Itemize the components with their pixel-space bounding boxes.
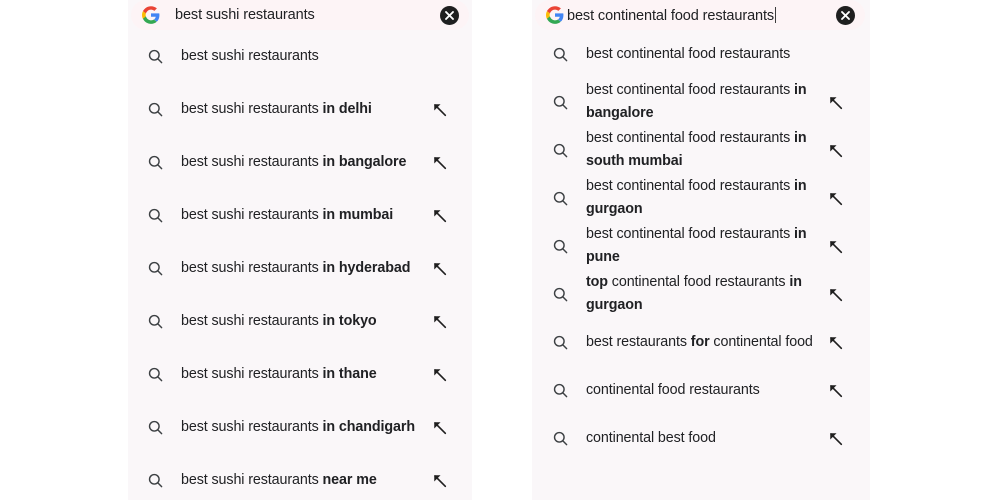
- row-arrow-placeholder: [826, 45, 844, 63]
- append-query-arrow-icon[interactable]: [430, 313, 448, 331]
- search-input-right[interactable]: best continental food restaurants: [567, 6, 777, 24]
- suggestion-text: best sushi restaurants: [181, 48, 319, 64]
- append-query-arrow-icon[interactable]: [826, 141, 844, 159]
- suggestion-text: best sushi restaurants in mumbai: [181, 207, 394, 223]
- suggestion-text: best continental food restaurants in ban…: [586, 82, 807, 121]
- search-bar-right[interactable]: best continental food restaurants: [535, 0, 865, 30]
- clear-search-button-right[interactable]: [836, 5, 855, 25]
- search-input-text-right: best continental food restaurants: [567, 7, 775, 24]
- suggestion-text: continental best food: [586, 429, 716, 446]
- suggestion-row[interactable]: best sushi restaurants in bangalore: [128, 136, 472, 189]
- search-icon: [145, 206, 165, 226]
- clear-search-button-left[interactable]: [440, 5, 459, 25]
- suggestion-text: best restaurants for continental food: [586, 333, 813, 350]
- append-query-arrow-icon[interactable]: [430, 419, 448, 437]
- search-icon: [145, 365, 165, 385]
- suggestion-text: top continental food restaurants in gurg…: [586, 274, 802, 313]
- suggestion-list-right: best continental food restaurants best co…: [532, 30, 870, 462]
- search-bar-left[interactable]: best sushi restaurants: [131, 0, 469, 30]
- append-query-arrow-icon[interactable]: [826, 237, 844, 255]
- suggestion-row[interactable]: best sushi restaurants in delhi: [128, 83, 472, 136]
- search-input-wrap-right[interactable]: best continental food restaurants: [564, 0, 836, 30]
- append-query-arrow-icon[interactable]: [430, 154, 448, 172]
- suggestion-text: best sushi restaurants near me: [181, 472, 377, 488]
- search-icon: [145, 153, 165, 173]
- suggestion-row[interactable]: best continental food restaurants in sou…: [532, 126, 870, 174]
- search-icon: [550, 236, 570, 256]
- append-query-arrow-icon[interactable]: [826, 429, 844, 447]
- append-query-arrow-icon[interactable]: [430, 472, 448, 490]
- suggestion-text: best sushi restaurants in bangalore: [181, 154, 407, 170]
- google-g-icon: [546, 6, 564, 24]
- suggestion-row[interactable]: continental best food: [532, 414, 870, 462]
- suggestion-row[interactable]: best sushi restaurants near me: [128, 454, 472, 500]
- search-icon: [145, 471, 165, 491]
- search-icon: [550, 380, 570, 400]
- suggestion-text: best sushi restaurants in delhi: [181, 101, 372, 117]
- search-icon: [550, 332, 570, 352]
- suggestion-text: best continental food restaurants in sou…: [586, 130, 807, 169]
- search-icon: [145, 100, 165, 120]
- append-query-arrow-icon[interactable]: [826, 333, 844, 351]
- suggestion-row[interactable]: top continental food restaurants in gurg…: [532, 270, 870, 318]
- search-icon: [145, 418, 165, 438]
- search-icon: [550, 92, 570, 112]
- row-arrow-placeholder: [430, 48, 448, 66]
- search-input-wrap-left[interactable]: best sushi restaurants: [160, 0, 440, 30]
- suggestion-text: best sushi restaurants in tokyo: [181, 313, 377, 329]
- search-icon: [550, 188, 570, 208]
- text-caret: [775, 6, 777, 23]
- search-icon: [145, 47, 165, 67]
- append-query-arrow-icon[interactable]: [826, 189, 844, 207]
- suggestion-row[interactable]: best sushi restaurants in thane: [128, 348, 472, 401]
- suggestion-text: best continental food restaurants: [586, 45, 791, 62]
- search-icon: [145, 259, 165, 279]
- suggestion-row[interactable]: best continental food restaurants in gur…: [532, 174, 870, 222]
- suggestion-list-left: best sushi restaurants best sushi restaur…: [128, 30, 472, 500]
- suggestion-row[interactable]: best sushi restaurants in mumbai: [128, 189, 472, 242]
- suggestion-panel-left: best sushi restaurants best sushi restau…: [128, 0, 472, 500]
- append-query-arrow-icon[interactable]: [430, 207, 448, 225]
- google-g-icon: [142, 6, 160, 24]
- suggestion-row[interactable]: best continental food restaurants in ban…: [532, 78, 870, 126]
- suggestion-row[interactable]: best continental food restaurants: [532, 30, 870, 78]
- suggestion-row[interactable]: best sushi restaurants in hyderabad: [128, 242, 472, 295]
- suggestion-text: best continental food restaurants in gur…: [586, 178, 807, 217]
- append-query-arrow-icon[interactable]: [826, 285, 844, 303]
- suggestion-text: best continental food restaurants in pun…: [586, 226, 807, 265]
- suggestion-text: best sushi restaurants in hyderabad: [181, 260, 411, 276]
- search-icon: [145, 312, 165, 332]
- append-query-arrow-icon[interactable]: [430, 101, 448, 119]
- search-icon: [550, 284, 570, 304]
- append-query-arrow-icon[interactable]: [826, 93, 844, 111]
- suggestion-text: best sushi restaurants in chandigarh: [181, 419, 415, 435]
- suggestion-text: continental food restaurants: [586, 381, 760, 398]
- suggestion-panel-right: best continental food restaurants best c…: [532, 0, 870, 500]
- suggestion-row[interactable]: best continental food restaurants in pun…: [532, 222, 870, 270]
- append-query-arrow-icon[interactable]: [430, 260, 448, 278]
- search-icon: [550, 428, 570, 448]
- suggestion-row[interactable]: best sushi restaurants in tokyo: [128, 295, 472, 348]
- search-icon: [550, 140, 570, 160]
- search-input-left[interactable]: best sushi restaurants: [175, 7, 315, 23]
- append-query-arrow-icon[interactable]: [826, 381, 844, 399]
- suggestion-row[interactable]: best sushi restaurants in chandigarh: [128, 401, 472, 454]
- search-icon: [550, 44, 570, 64]
- suggestion-row[interactable]: best sushi restaurants: [128, 30, 472, 83]
- suggestion-text: best sushi restaurants in thane: [181, 366, 377, 382]
- append-query-arrow-icon[interactable]: [430, 366, 448, 384]
- suggestion-row[interactable]: continental food restaurants: [532, 366, 870, 414]
- suggestion-row[interactable]: best restaurants for continental food: [532, 318, 870, 366]
